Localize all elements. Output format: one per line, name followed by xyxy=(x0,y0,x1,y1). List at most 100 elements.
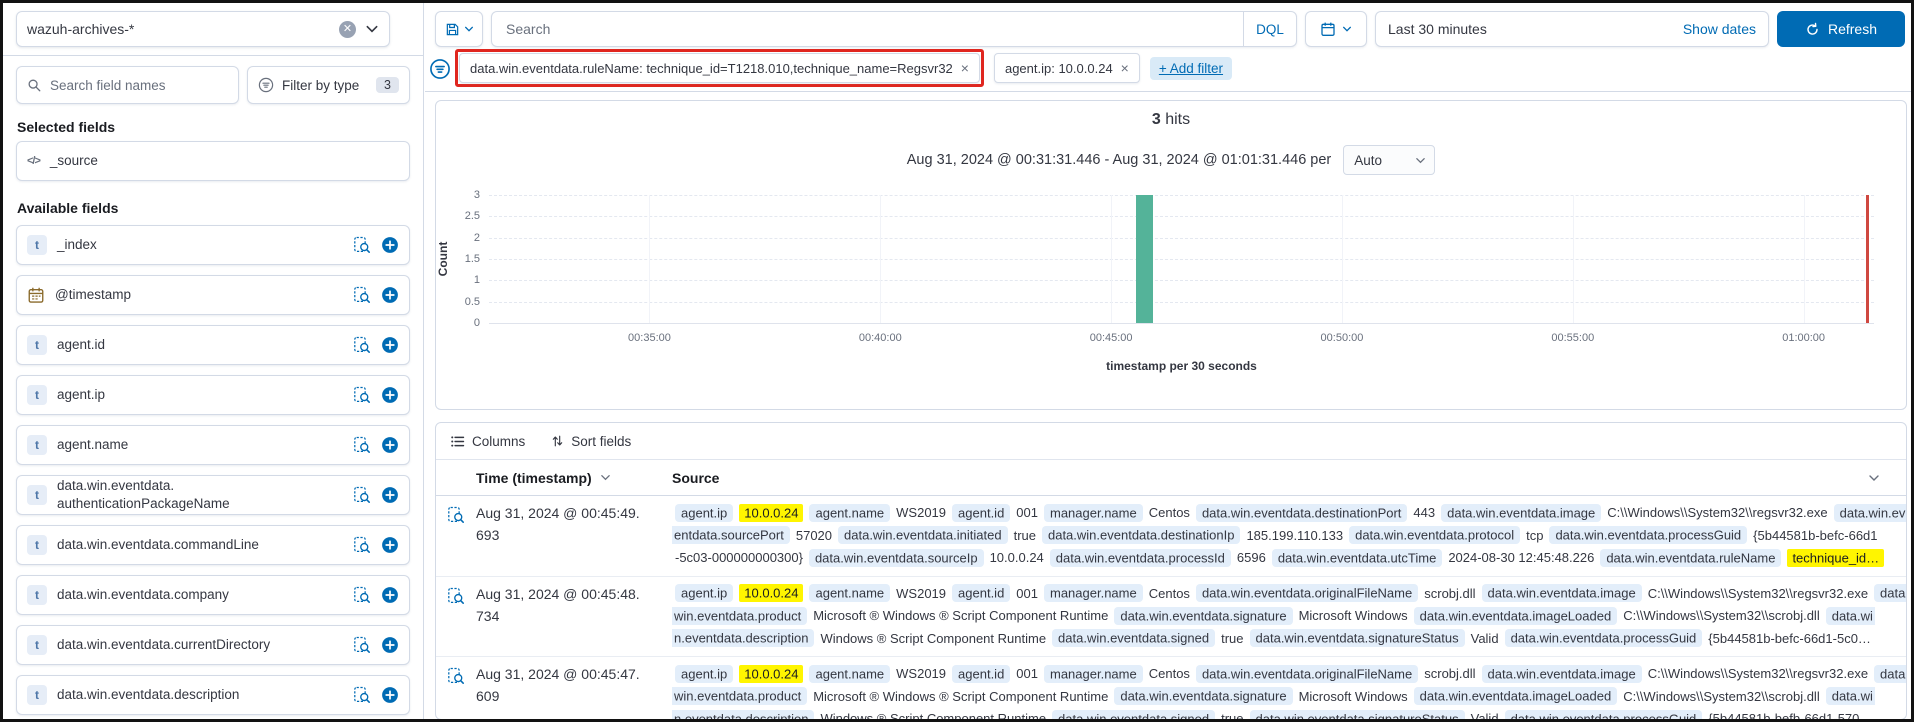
field-item[interactable]: t data.win.eventdata.description xyxy=(16,675,410,715)
time-column-header[interactable]: Time (timestamp) xyxy=(476,470,672,486)
filter-by-type-button[interactable]: Filter by type 3 xyxy=(247,66,410,104)
field-name: data.win.eventdata.company xyxy=(57,586,229,602)
add-field-button[interactable] xyxy=(381,286,399,304)
highlighted-value: 10.0.0.24 xyxy=(739,503,804,522)
sort-chevron-icon xyxy=(600,475,610,481)
inspect-document-icon xyxy=(448,587,464,604)
field-item[interactable]: t agent.ip xyxy=(16,375,410,415)
save-query-button[interactable] xyxy=(435,11,483,47)
sort-fields-label: Sort fields xyxy=(571,433,632,449)
field-value: {5b44581b-befc-66d1 xyxy=(1753,527,1878,543)
source-line: -5c03-000000000300} data.win.eventdata.so… xyxy=(672,547,1906,570)
add-field-button[interactable] xyxy=(381,486,399,504)
inspect-document-icon xyxy=(354,636,370,653)
field-badge: data. xyxy=(1874,664,1906,683)
remove-filter-icon[interactable]: × xyxy=(1121,60,1129,76)
field-item[interactable]: t data.win.eventdata.commandLine xyxy=(16,525,410,565)
filter-menu-icon[interactable] xyxy=(429,58,451,80)
remove-filter-icon[interactable]: × xyxy=(961,60,969,76)
inspect-field-button[interactable] xyxy=(353,686,371,704)
table-row: Aug 31, 2024 @ 00:45:47. 609 agent.ip 10.0.… xyxy=(436,657,1906,719)
gridline xyxy=(489,280,1874,282)
add-field-button[interactable] xyxy=(381,236,399,254)
field-item[interactable]: t data.win.eventdata.currentDirectory xyxy=(16,625,410,665)
calendar-icon xyxy=(28,287,44,303)
field-badge: data.win.eventdata.signed xyxy=(1052,629,1216,647)
expand-document-button[interactable] xyxy=(436,663,476,719)
field-badge: agent.name xyxy=(809,503,891,522)
search-field-names-placeholder: Search field names xyxy=(50,77,166,93)
inspect-field-button[interactable] xyxy=(353,536,371,554)
field-value: 10.0.0.24 xyxy=(989,550,1044,565)
refresh-button[interactable]: Refresh xyxy=(1777,11,1905,47)
time-range-control: Last 30 minutes Show dates xyxy=(1375,11,1769,47)
inspect-field-button[interactable] xyxy=(353,636,371,654)
add-field-button[interactable] xyxy=(381,336,399,354)
time-range-value[interactable]: Last 30 minutes xyxy=(1388,21,1683,37)
add-field-button[interactable] xyxy=(381,436,399,454)
field-value: C:\\Windows\\System32\\regsvr32.exe xyxy=(1607,505,1828,520)
expand-document-button[interactable] xyxy=(436,583,476,651)
add-field-button[interactable] xyxy=(381,636,399,654)
inspect-document-icon xyxy=(354,236,370,253)
inspect-field-button[interactable] xyxy=(353,586,371,604)
source-line: n.eventdata.description Windows ® Script … xyxy=(672,628,1906,651)
field-item[interactable]: t data.win.eventdata.company xyxy=(16,575,410,615)
inspect-field-button[interactable] xyxy=(353,336,371,354)
field-value: C:\\Windows\\System32\\regsvr32.exe xyxy=(1647,666,1869,681)
expand-document-button[interactable] xyxy=(436,502,476,570)
selected-field-item[interactable]: </> _source xyxy=(16,141,410,181)
field-badge: agent.id xyxy=(952,664,1011,683)
available-fields-list: t _index @timestamp t agent.id t agent.ip t agen… xyxy=(16,225,410,719)
show-dates-link[interactable]: Show dates xyxy=(1683,21,1756,37)
search-field-names-input[interactable]: Search field names xyxy=(16,66,239,104)
inspect-field-button[interactable] xyxy=(353,486,371,504)
field-value: -5c03-000000000300} xyxy=(675,550,803,565)
x-axis-title: timestamp per 30 seconds xyxy=(1106,359,1257,373)
date-type-icon xyxy=(27,286,45,304)
save-icon xyxy=(445,22,460,37)
field-badge: data.win.eventdata.signature xyxy=(1114,606,1293,625)
chevron-down-icon[interactable] xyxy=(365,22,379,36)
field-item[interactable]: t _index xyxy=(16,225,410,265)
add-field-button[interactable] xyxy=(381,586,399,604)
sort-fields-button[interactable]: Sort fields xyxy=(551,434,631,449)
add-field-button[interactable] xyxy=(381,386,399,404)
interval-select[interactable]: Auto xyxy=(1343,145,1436,175)
field-item[interactable]: t agent.name xyxy=(16,425,410,465)
field-badge: data.win.eventdata.imageLoaded xyxy=(1413,606,1618,625)
inspect-field-button[interactable] xyxy=(353,286,371,304)
string-type-icon: t xyxy=(27,235,47,255)
columns-button[interactable]: Columns xyxy=(450,434,525,449)
index-pattern-selector[interactable]: wazuh-archives-* ✕ xyxy=(16,11,390,47)
add-field-button[interactable] xyxy=(381,686,399,704)
filter-pill[interactable]: data.win.eventdata.ruleName: technique_i… xyxy=(459,53,980,83)
field-value: scrobj.dll xyxy=(1424,666,1476,681)
inspect-document-icon xyxy=(354,686,370,703)
field-name: agent.name xyxy=(57,436,129,452)
inspect-field-button[interactable] xyxy=(353,236,371,254)
inspect-field-button[interactable] xyxy=(353,386,371,404)
field-value: true xyxy=(1013,527,1036,543)
field-item[interactable]: t agent.id xyxy=(16,325,410,365)
field-item[interactable]: t data.win.eventdata. authenticationPackag… xyxy=(16,475,410,515)
inspect-document-icon xyxy=(448,667,464,684)
field-item[interactable]: @timestamp xyxy=(16,275,410,315)
gridline xyxy=(489,195,1874,196)
highlighted-value: 10.0.0.24 xyxy=(739,584,804,602)
histogram-bar[interactable] xyxy=(1136,195,1154,323)
inspect-field-button[interactable] xyxy=(353,436,371,454)
add-filter-link[interactable]: + Add filter xyxy=(1149,56,1233,80)
x-tick-label: 00:50:00 xyxy=(1320,332,1364,344)
y-tick-label: 0 xyxy=(473,317,480,329)
date-picker-button[interactable] xyxy=(1305,11,1367,47)
clear-index-icon[interactable]: ✕ xyxy=(339,20,356,38)
field-badge: agent.ip xyxy=(675,664,734,683)
add-field-button[interactable] xyxy=(381,536,399,554)
header-chevron-down-icon[interactable] xyxy=(1868,472,1906,484)
query-language-button[interactable]: DQL xyxy=(1243,12,1296,46)
field-name: @timestamp xyxy=(55,286,131,302)
filter-pill[interactable]: agent.ip: 10.0.0.24 × xyxy=(993,53,1140,83)
field-badge: manager.name xyxy=(1044,503,1143,522)
search-query-input[interactable]: Search DQL xyxy=(491,11,1297,47)
